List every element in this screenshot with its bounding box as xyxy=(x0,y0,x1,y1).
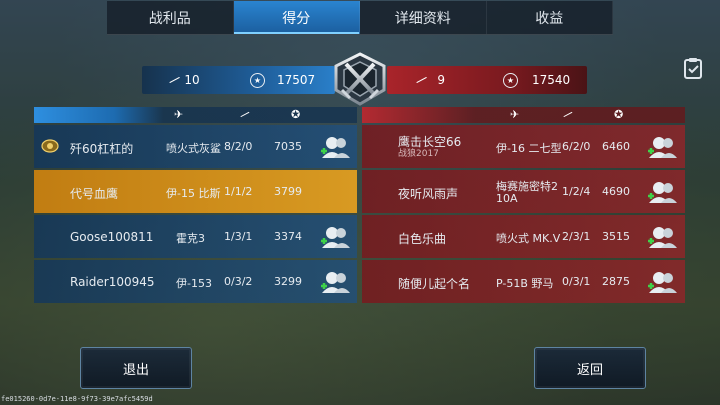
blue-kills: 10 xyxy=(184,73,200,87)
add-friend-icon[interactable] xyxy=(319,134,351,160)
kda: 1/2/4 xyxy=(562,185,591,198)
player-name: 代号血鹰 xyxy=(70,187,119,201)
player-row-self[interactable]: 代号血鹰 伊-15 比斯 1/1/2 3799 xyxy=(34,170,357,213)
add-friend-icon[interactable] xyxy=(646,224,678,250)
kda: 2/3/1 xyxy=(562,230,591,243)
player-score: 3374 xyxy=(274,230,302,243)
add-friend-icon[interactable] xyxy=(319,224,351,250)
player-score: 3515 xyxy=(602,230,630,243)
plane-name-line2: 10A xyxy=(496,192,518,205)
blue-team-summary: / 10 ★ 17507 xyxy=(142,66,335,94)
player-row[interactable]: 鹰击长空66 战狼2017 伊-16 二七型 6/2/0 6460 xyxy=(362,125,685,168)
kda: 6/2/0 xyxy=(562,140,591,153)
sword-icon: / xyxy=(414,73,429,87)
player-score: 3799 xyxy=(274,185,302,198)
player-name: 随便儿起个名 xyxy=(398,277,471,291)
kda: 8/2/0 xyxy=(224,140,253,153)
plane-name: 霍克3 xyxy=(176,232,205,245)
red-team-header: ✈ / ✪ xyxy=(362,107,685,123)
add-friend-icon[interactable] xyxy=(646,179,678,205)
kda: 1/3/1 xyxy=(224,230,253,243)
kda: 0/3/1 xyxy=(562,275,591,288)
add-friend-icon[interactable] xyxy=(319,269,351,295)
score-medal-icon: ✪ xyxy=(291,108,301,121)
red-kills: 9 xyxy=(437,73,446,87)
score-medal-icon: ✪ xyxy=(614,108,624,121)
red-team-panel: ✈ / ✪ 鹰击长空66 战狼2017 伊-16 二七型 6/2/0 6460 … xyxy=(362,107,685,303)
add-friend-icon[interactable] xyxy=(646,269,678,295)
player-name: 夜听风雨声 xyxy=(398,187,459,201)
plane-name: 伊-16 二七型 xyxy=(496,142,562,155)
player-row[interactable]: Raider100945 伊-153 0/3/2 3299 xyxy=(34,260,357,303)
blue-team-header: ✈ / ✪ xyxy=(34,107,357,123)
player-name: 白色乐曲 xyxy=(398,232,447,246)
player-row[interactable]: 歼60杠杠的 喷火式灰鲨 8/2/0 7035 xyxy=(34,125,357,168)
plane-name: P-51B 野马 xyxy=(496,277,554,290)
player-score: 4690 xyxy=(602,185,630,198)
tab-earnings[interactable]: 收益 xyxy=(487,1,613,34)
tab-details[interactable]: 详细资料 xyxy=(360,1,487,34)
player-score: 6460 xyxy=(602,140,630,153)
player-row[interactable]: 白色乐曲 喷火式 MK.V 2/3/1 3515 xyxy=(362,215,685,258)
plane-icon: ✈ xyxy=(510,108,520,121)
tab-loot[interactable]: 战利品 xyxy=(107,1,234,34)
blue-team-panel: ✈ / ✪ 歼60杠杠的 喷火式灰鲨 8/2/0 7035 代号血鹰 伊-15 … xyxy=(34,107,357,303)
plane-name: 喷火式 MK.V xyxy=(496,232,561,245)
clipboard-icon[interactable] xyxy=(683,57,703,79)
player-name: Goose100811 xyxy=(70,230,154,244)
kda: 0/3/2 xyxy=(224,275,253,288)
match-id: fe015260-0d7e-11e8-9f73-39e7afc5459d xyxy=(1,395,153,403)
tab-bar: 战利品 得分 详细资料 收益 xyxy=(107,1,613,35)
player-score: 7035 xyxy=(274,140,302,153)
player-row[interactable]: 夜听风雨声 梅赛施密特2 10A 1/2/4 4690 xyxy=(362,170,685,213)
back-button[interactable]: 返回 xyxy=(534,347,646,389)
sword-icon: / xyxy=(561,108,574,121)
rank-badge-icon xyxy=(41,139,59,153)
player-squad: 战狼2017 xyxy=(398,149,439,159)
tab-score[interactable]: 得分 xyxy=(233,1,360,34)
sword-icon: / xyxy=(238,108,251,121)
player-row[interactable]: 随便儿起个名 P-51B 野马 0/3/1 2875 xyxy=(362,260,685,303)
kda: 1/1/2 xyxy=(224,185,253,198)
player-name: Raider100945 xyxy=(70,275,155,289)
score-medal-icon: ★ xyxy=(250,72,265,88)
plane-name: 伊-153 xyxy=(176,277,212,290)
sword-icon: / xyxy=(167,73,182,87)
red-team-summary: / 9 ★ 17540 xyxy=(387,66,587,94)
player-score: 2875 xyxy=(602,275,630,288)
exit-button[interactable]: 退出 xyxy=(80,347,192,389)
player-name: 歼60杠杠的 xyxy=(70,142,134,156)
plane-name: 伊-15 比斯 xyxy=(166,187,221,200)
blue-score: 17507 xyxy=(277,73,316,87)
plane-name: 喷火式灰鲨 xyxy=(166,142,221,155)
player-score: 3299 xyxy=(274,275,302,288)
add-friend-icon[interactable] xyxy=(646,134,678,160)
player-row[interactable]: Goose100811 霍克3 1/3/1 3374 xyxy=(34,215,357,258)
red-score: 17540 xyxy=(532,73,571,87)
plane-icon: ✈ xyxy=(174,108,184,121)
score-medal-icon: ★ xyxy=(503,72,518,88)
crossed-swords-emblem-icon xyxy=(334,52,386,106)
